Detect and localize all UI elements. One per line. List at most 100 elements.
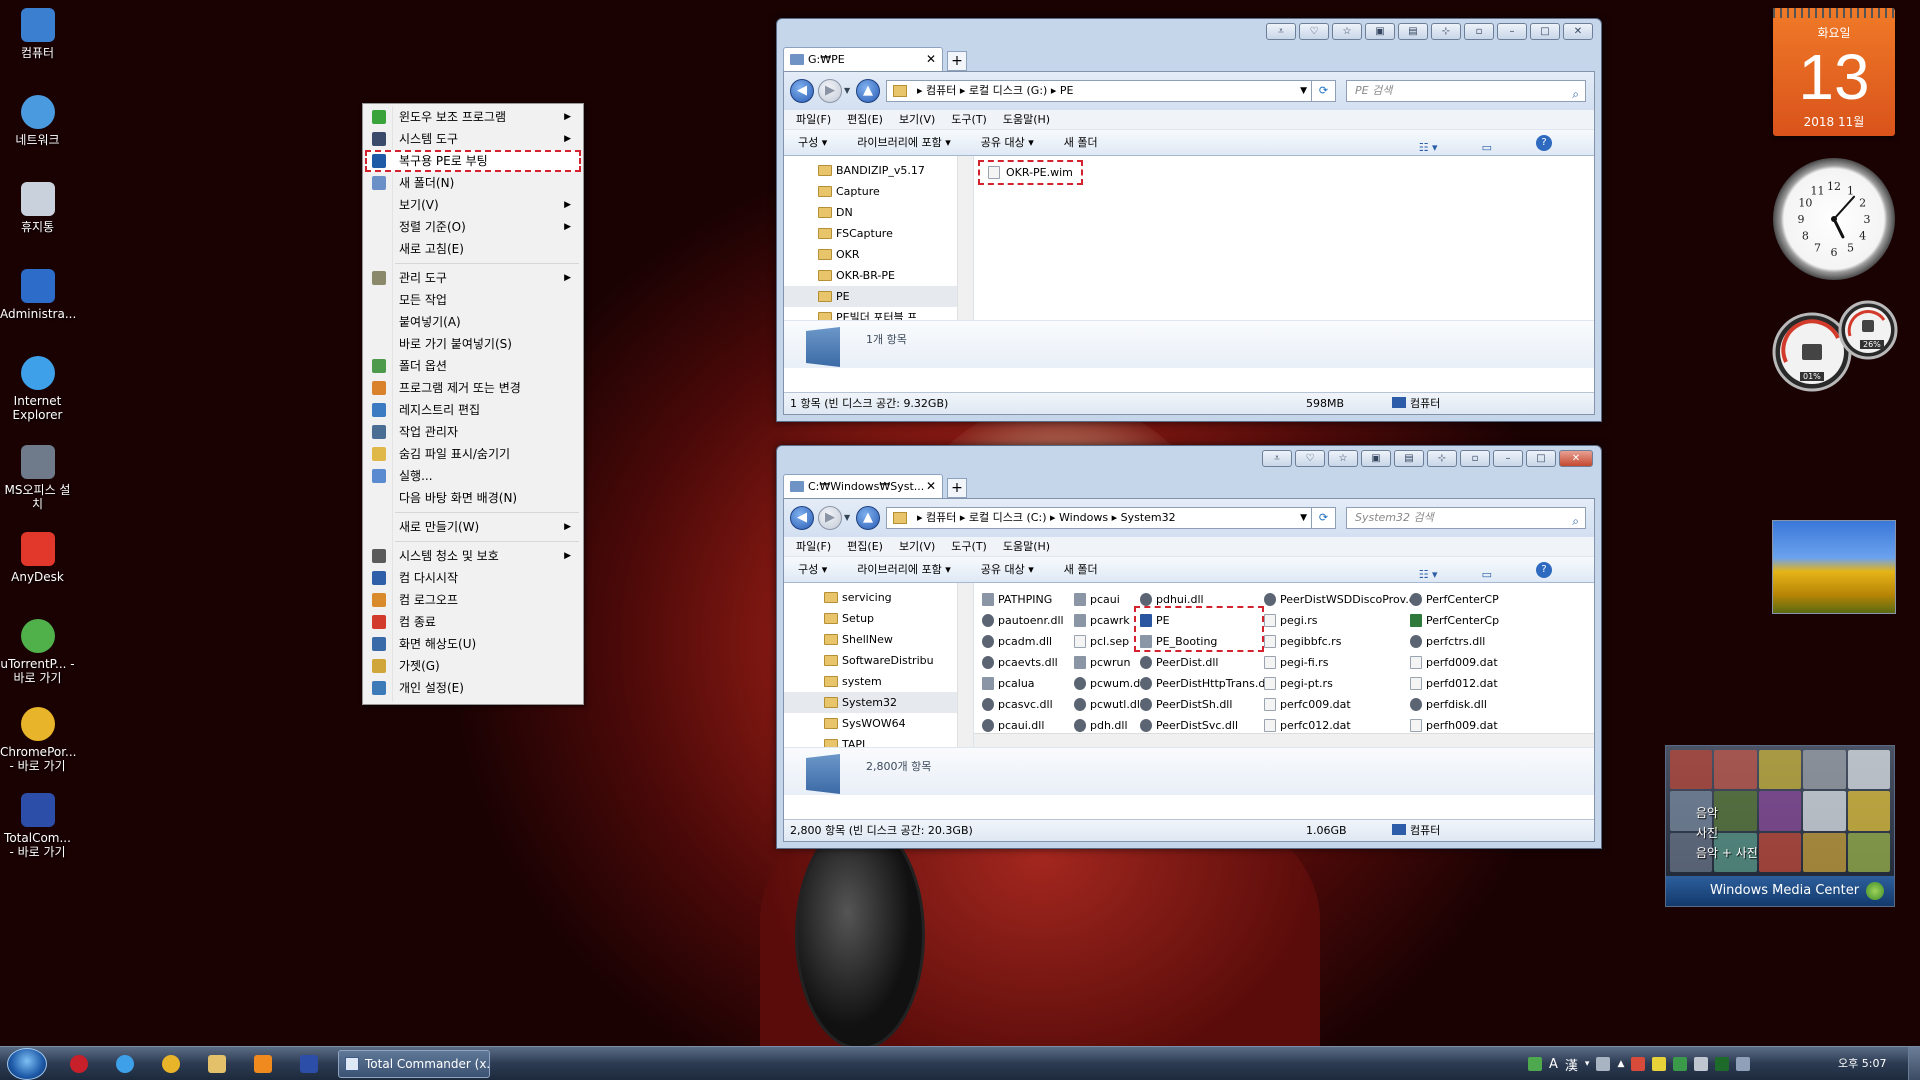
- breadcrumb[interactable]: ▸ 컴퓨터 ▸ 로컬 디스크 (C:) ▸ Windows ▸ System32: [917, 511, 1176, 524]
- recent-pages-dropdown[interactable]: ▼: [844, 513, 850, 522]
- menu-item[interactable]: 다음 바탕 화면 배경(N): [365, 487, 581, 509]
- media-music-label[interactable]: 음악: [1696, 804, 1718, 821]
- opera-icon[interactable]: [70, 1055, 88, 1073]
- file-item[interactable]: pcaevts.dll: [982, 652, 1058, 673]
- file-item[interactable]: perfc012.dat: [1264, 715, 1351, 736]
- menu-0[interactable]: 파일(F): [796, 540, 831, 553]
- file-item[interactable]: PATHPING: [982, 589, 1052, 610]
- volume-icon[interactable]: [1694, 1057, 1709, 1071]
- close-button[interactable]: ✕: [1563, 23, 1593, 40]
- file-item[interactable]: pegi-fi.rs: [1264, 652, 1328, 673]
- tree-scrollbar[interactable]: [957, 583, 973, 747]
- monitor-icon[interactable]: [1715, 1057, 1730, 1071]
- media-music-photo-label[interactable]: 음악 + 사진: [1696, 844, 1758, 861]
- taskbar-clock[interactable]: 오후 5:07: [1838, 1047, 1886, 1080]
- address-bar[interactable]: ▸ 컴퓨터 ▸ 로컬 디스크 (G:) ▸ PE ▼ ⟳: [886, 80, 1336, 102]
- file-item[interactable]: pcl.sep: [1074, 631, 1129, 652]
- desktop-icon[interactable]: AnyDesk: [0, 532, 75, 584]
- favorite-button[interactable]: ♡: [1299, 23, 1329, 40]
- breadcrumb[interactable]: ▸ 컴퓨터 ▸ 로컬 디스크 (G:) ▸ PE: [917, 84, 1073, 97]
- command-3[interactable]: 새 폴더: [1064, 563, 1098, 576]
- menu-item[interactable]: 새로 만들기(W) ▶: [365, 516, 581, 538]
- menu-item[interactable]: 붙여넣기(A): [365, 311, 581, 333]
- command-1[interactable]: 라이브러리에 포함 ▾: [857, 136, 950, 149]
- tree-item[interactable]: Setup: [784, 608, 973, 629]
- chevron-down-icon[interactable]: ▼: [1300, 508, 1307, 528]
- tree-item[interactable]: SysWOW64: [784, 713, 973, 734]
- menu-item[interactable]: 컴 종료: [365, 611, 581, 633]
- command-2[interactable]: 공유 대상 ▾: [981, 136, 1034, 149]
- star-button[interactable]: ☆: [1328, 450, 1358, 467]
- command-3[interactable]: 새 폴더: [1064, 136, 1098, 149]
- start-button[interactable]: [7, 1048, 47, 1080]
- back-button[interactable]: ◀: [790, 506, 814, 530]
- file-item[interactable]: pegibbfc.rs: [1264, 631, 1341, 652]
- file-item[interactable]: pcwum.dll: [1074, 673, 1146, 694]
- command-1[interactable]: 라이브러리에 포함 ▾: [857, 563, 950, 576]
- tree-item[interactable]: servicing: [784, 587, 973, 608]
- file-item[interactable]: PeerDistWSDDiscoProv.dll: [1264, 589, 1422, 610]
- breadcrumb-item[interactable]: 로컬 디스크 (C:): [969, 511, 1047, 524]
- network-tray-icon[interactable]: [1736, 1057, 1751, 1071]
- back-button[interactable]: ◀: [790, 79, 814, 103]
- show-hidden-icons[interactable]: ▲: [1617, 1059, 1624, 1069]
- total-commander-icon[interactable]: [300, 1055, 318, 1073]
- menu-item[interactable]: 화면 해상도(U): [365, 633, 581, 655]
- pen-icon[interactable]: [1631, 1057, 1646, 1071]
- search-input[interactable]: System32 검색 ⌕: [1346, 507, 1586, 529]
- media-center-title[interactable]: Windows Media Center: [1666, 876, 1894, 906]
- forward-button[interactable]: ▶: [818, 79, 842, 103]
- file-item[interactable]: perfd009.dat: [1410, 652, 1498, 673]
- menu-item[interactable]: 정렬 기준(O) ▶: [365, 216, 581, 238]
- menu-2[interactable]: 보기(V): [899, 540, 935, 553]
- help-icon[interactable]: ?: [1536, 562, 1552, 578]
- file-item[interactable]: pcwutl.dll: [1074, 694, 1143, 715]
- file-item[interactable]: pegi.rs: [1264, 610, 1318, 631]
- menu-item[interactable]: 개인 설정(E): [365, 677, 581, 699]
- menu-item[interactable]: 윈도우 보조 프로그램 ▶: [365, 106, 581, 128]
- desktop-icon[interactable]: Internet Explorer: [0, 356, 75, 422]
- file-item[interactable]: PeerDistHttpTrans.dll: [1140, 673, 1271, 694]
- breadcrumb-item[interactable]: PE: [1060, 84, 1074, 97]
- tree-item[interactable]: PE: [784, 286, 973, 307]
- tree-item[interactable]: ShellNew: [784, 629, 973, 650]
- options-chevron-icon[interactable]: ▾: [1585, 1059, 1590, 1069]
- search-icon[interactable]: ⌕: [1572, 84, 1579, 104]
- breadcrumb-item[interactable]: 컴퓨터: [926, 511, 956, 524]
- menu-item[interactable]: 실행...: [365, 465, 581, 487]
- breadcrumb-item[interactable]: 로컬 디스크 (G:): [969, 84, 1047, 97]
- tree-item[interactable]: OKR-BR-PE: [784, 265, 973, 286]
- media-center-gadget[interactable]: 음악 사진 음악 + 사진 Windows Media Center: [1665, 745, 1895, 907]
- desktop-icon[interactable]: 컴퓨터: [0, 8, 75, 60]
- desktop-icon[interactable]: 휴지통: [0, 182, 75, 234]
- chrome-icon[interactable]: [162, 1055, 180, 1073]
- menu-item[interactable]: 가젯(G): [365, 655, 581, 677]
- mini-button[interactable]: ▫: [1464, 23, 1494, 40]
- file-item[interactable]: perfdisk.dll: [1410, 694, 1487, 715]
- menu-item[interactable]: 모든 작업: [365, 289, 581, 311]
- file-item[interactable]: perfd012.dat: [1410, 673, 1498, 694]
- file-item[interactable]: pcadm.dll: [982, 631, 1052, 652]
- file-item[interactable]: PeerDistSvc.dll: [1140, 715, 1238, 736]
- pin-button[interactable]: ⩡: [1262, 450, 1292, 467]
- menu-item[interactable]: 시스템 청소 및 보호 ▶: [365, 545, 581, 567]
- security-icon[interactable]: [1673, 1057, 1688, 1071]
- favorite-button[interactable]: ♡: [1295, 450, 1325, 467]
- menu-1[interactable]: 편집(E): [847, 113, 883, 126]
- breadcrumb-item[interactable]: System32: [1121, 511, 1176, 524]
- file-item[interactable]: pdh.dll: [1074, 715, 1128, 736]
- menu-item[interactable]: 숨김 파일 표시/숨기기: [365, 443, 581, 465]
- file-item[interactable]: PerfCenterCp: [1410, 610, 1499, 631]
- menu-item[interactable]: 프로그램 제거 또는 변경: [365, 377, 581, 399]
- file-item[interactable]: pdhui.dll: [1140, 589, 1204, 610]
- file-item[interactable]: PeerDistSh.dll: [1140, 694, 1232, 715]
- input-mode-a[interactable]: A: [1549, 1057, 1558, 1072]
- explorer-window-pe[interactable]: ⩡ ♡ ☆ ▣ ▤ ⊹ ▫ – □ ✕ G:₩PE ✕ + ◀ ▶ ▼ ▲ ▸ 컴퓨터 ▸ 로컬 디…: [776, 18, 1602, 422]
- minimize-button[interactable]: –: [1497, 23, 1527, 40]
- desktop-icon[interactable]: MS오피스 설치: [0, 445, 75, 511]
- up-button[interactable]: ▲: [856, 506, 880, 530]
- file-item[interactable]: OKR-PE.wim: [978, 160, 1083, 185]
- tree-item[interactable]: TAPI: [784, 734, 973, 747]
- close-button[interactable]: ✕: [1559, 450, 1593, 467]
- star-button[interactable]: ☆: [1332, 23, 1362, 40]
